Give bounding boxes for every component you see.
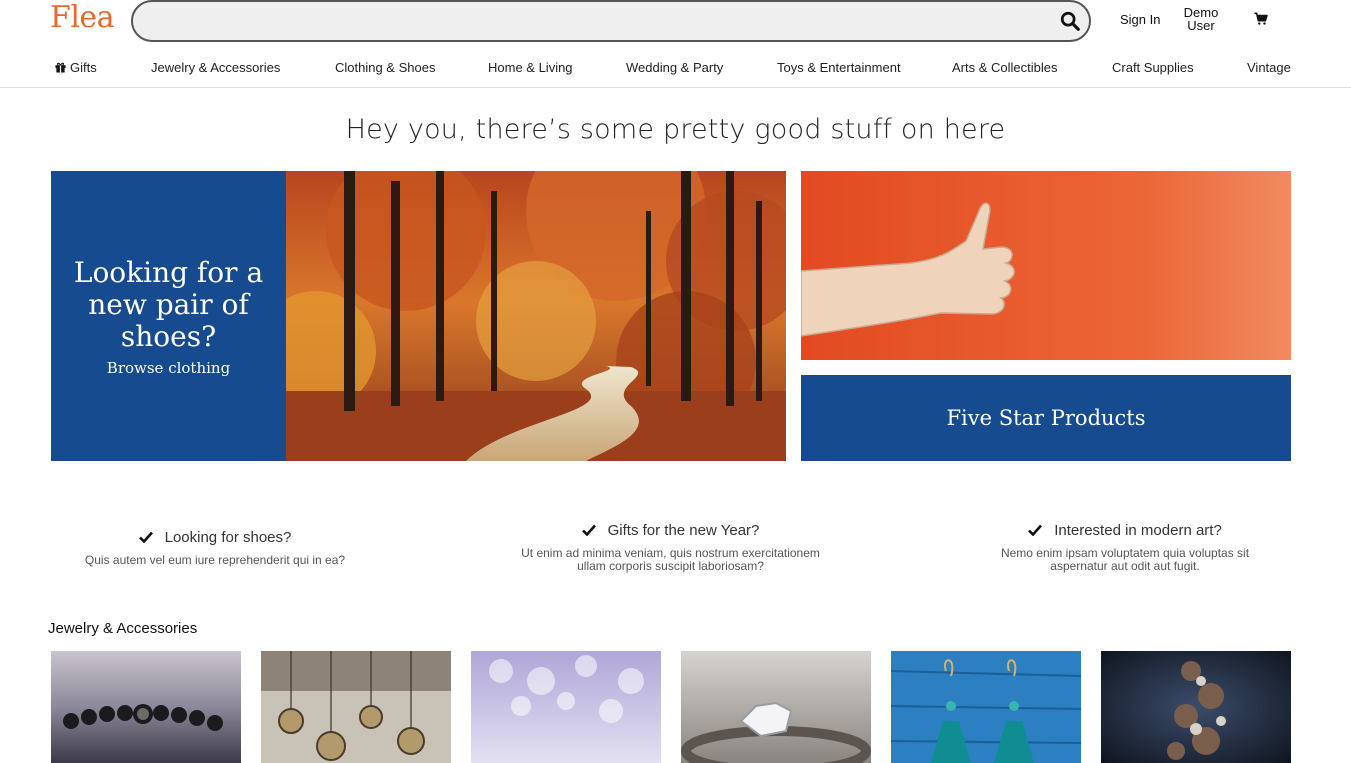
feature-description: Quis autem vel eum iure reprehenderit qu…: [84, 553, 346, 567]
gift-icon: [55, 62, 66, 73]
five-star-label: Five Star Products: [946, 406, 1146, 430]
user-menu[interactable]: Demo User: [1183, 6, 1219, 32]
user-name-line2: User: [1187, 18, 1215, 33]
product-card-diamond-ring[interactable]: [681, 651, 871, 763]
autumn-forest-image[interactable]: [286, 171, 786, 461]
check-icon: [138, 531, 153, 543]
nav-item-arts[interactable]: Arts & Collectibles: [952, 60, 1057, 75]
product-card-pocket-watches[interactable]: [261, 651, 451, 763]
page-headline: Hey you, there’s some pretty good stuff …: [345, 114, 1006, 145]
nav-item-vintage[interactable]: Vintage: [1247, 60, 1291, 75]
promo-title: Looking for a new pair of shoes?: [73, 256, 264, 353]
check-icon: [581, 524, 596, 536]
sign-in-link[interactable]: Sign In: [1120, 12, 1160, 27]
logo[interactable]: Flea: [50, 0, 115, 35]
nav-label: Gifts: [70, 60, 97, 75]
search-input[interactable]: [131, 0, 1091, 42]
check-icon: [1028, 524, 1043, 536]
feature-title: Looking for shoes?: [164, 529, 292, 546]
five-star-products-panel[interactable]: Five Star Products: [801, 375, 1291, 461]
product-card-ring-bokeh[interactable]: [471, 651, 661, 763]
nav-item-gifts[interactable]: Gifts: [55, 60, 97, 75]
product-card-bracelet[interactable]: [51, 651, 241, 763]
feature-title: Gifts for the new Year?: [607, 522, 760, 539]
feature-shoes: Looking for shoes? Quis autem vel eum iu…: [60, 529, 370, 567]
product-card-tassel-earrings[interactable]: [891, 651, 1081, 763]
category-nav: Gifts Jewelry & Accessories Clothing & S…: [0, 56, 1351, 88]
feature-title: Interested in modern art?: [1054, 522, 1222, 539]
nav-item-toys[interactable]: Toys & Entertainment: [777, 60, 901, 75]
nav-item-craft[interactable]: Craft Supplies: [1112, 60, 1194, 75]
promo-clothing-panel[interactable]: Looking for a new pair of shoes? Browse …: [51, 171, 286, 461]
browse-clothing-link[interactable]: Browse clothing: [51, 359, 286, 377]
feature-description: Nemo enim ipsam voluptatem quia voluptas…: [1000, 546, 1250, 573]
nav-item-clothing[interactable]: Clothing & Shoes: [335, 60, 435, 75]
nav-item-jewelry[interactable]: Jewelry & Accessories: [151, 60, 280, 75]
nav-item-wedding[interactable]: Wedding & Party: [626, 60, 723, 75]
search-icon[interactable]: [1059, 10, 1081, 32]
feature-gifts: Gifts for the new Year? Ut enim ad minim…: [515, 522, 826, 573]
product-card-pearl-jewelry[interactable]: [1101, 651, 1291, 763]
feature-description: Ut enim ad minima veniam, quis nostrum e…: [521, 546, 820, 573]
header: Flea Sign In Demo User: [0, 0, 1351, 42]
section-title: Jewelry & Accessories: [48, 620, 198, 637]
feature-art: Interested in modern art? Nemo enim ipsa…: [980, 522, 1270, 573]
nav-item-home[interactable]: Home & Living: [488, 60, 573, 75]
cart-icon[interactable]: [1254, 12, 1268, 26]
thumbs-up-image[interactable]: [801, 171, 1291, 360]
